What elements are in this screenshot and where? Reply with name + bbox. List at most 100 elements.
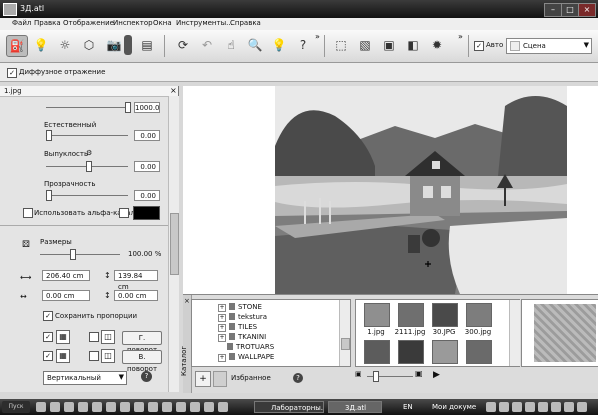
quicklaunch-icon[interactable] [50,402,60,412]
alpha-checkbox[interactable] [23,208,33,218]
tile-h-icon[interactable]: ▦ [56,330,70,344]
texture-thumbnail[interactable] [432,303,458,327]
quicklaunch-icon[interactable] [134,402,144,412]
alpha-color-checkbox[interactable] [119,208,129,218]
expand-icon[interactable]: + [218,314,226,322]
quicklaunch-icon[interactable] [176,402,186,412]
tile-v-icon[interactable]: ▦ [56,349,70,363]
quicklaunch-icon[interactable] [162,402,172,412]
toolbar-overflow-icon[interactable]: » [315,32,320,41]
mirror-v-icon[interactable]: ◫ [101,349,115,363]
question-icon[interactable]: ? [293,35,313,55]
tree-item[interactable]: + TKANINI [218,333,266,342]
tray-icon[interactable] [577,402,587,412]
tree-item[interactable]: + WALLPAPE [218,353,274,362]
paint-bucket-icon[interactable]: ⛽ [6,35,28,57]
tree-item[interactable]: TROTUARS [227,343,274,352]
undo-icon[interactable]: ↶ [197,35,217,55]
texture-thumbnail[interactable] [466,340,492,364]
texture-edit-icon[interactable]: ▧ [355,35,375,55]
menu-view[interactable]: Отображение [63,19,114,27]
slider-thumb[interactable] [125,102,131,113]
task-lab-docs[interactable]: Лабораторны... [254,401,324,413]
scene-render[interactable] [275,86,567,294]
sun-icon[interactable]: ☼ [55,35,75,55]
texture-thumbnail[interactable] [364,303,390,327]
light-bulb-icon[interactable]: 💡 [31,35,51,55]
mirror-h-checkbox[interactable] [89,332,99,342]
slider-thumb[interactable] [70,249,76,260]
orientation-select[interactable]: Вертикальный ▼ [43,371,127,385]
scrollbar-thumb[interactable] [170,213,179,275]
bump-value-field[interactable]: 0.00 [134,161,160,172]
auto-checkbox[interactable]: ✓ [474,41,484,51]
menu-tools[interactable]: Инструменты... [176,19,233,27]
tree-item[interactable]: + STONE [218,303,262,312]
add-icon[interactable]: + [195,371,211,387]
inspector-scrollbar[interactable] [168,96,179,392]
offset-x-field[interactable]: 0.00 cm [42,290,90,301]
quicklaunch-icon[interactable] [92,402,102,412]
alpha-color-swatch[interactable] [133,206,160,220]
bump-slider[interactable] [46,161,128,172]
texture-thumbnail[interactable] [398,303,424,327]
top-value-field[interactable]: 1000.0 [134,102,160,113]
tile-v-checkbox[interactable]: ✓ [43,351,53,361]
tray-icon[interactable] [486,402,496,412]
mirror-v-checkbox[interactable] [89,351,99,361]
natural-value-field[interactable]: 0.00 [134,130,160,141]
frame-icon[interactable]: ▣ [379,35,399,55]
diffuse-checkbox[interactable]: ✓ [7,68,17,78]
crop-icon[interactable]: ⬚ [331,35,351,55]
small-thumbs-icon[interactable]: ▣ [355,370,362,378]
viewport[interactable] [183,86,598,294]
toolbar-overflow-icon[interactable]: » [458,32,463,41]
play-icon[interactable]: ▶ [433,370,440,380]
menu-inspector[interactable]: Инспектор [113,19,153,27]
texture-thumbnails[interactable]: 1.jpg 2111.jpg 30.JPG 300.jpg [355,299,520,367]
tray-icon[interactable] [551,402,561,412]
quicklaunch-icon[interactable] [204,402,214,412]
h-rotate-button[interactable]: Г. поворот [122,331,162,354]
texture-thumbnail[interactable] [398,340,424,364]
tray-icon[interactable] [499,402,509,412]
gear-icon[interactable]: ⚙ [86,149,92,157]
lamp-icon[interactable]: 💡 [269,35,289,55]
thumb-size-slider[interactable] [367,371,413,382]
slider-thumb[interactable] [373,371,379,382]
texture-thumbnail[interactable] [364,340,390,364]
quicklaunch-icon[interactable] [106,402,116,412]
cube-icon[interactable]: ⬡ [79,35,99,55]
page-icon[interactable]: ▤ [137,35,157,55]
transparency-value-field[interactable]: 0.00 [134,190,160,201]
quicklaunch-icon[interactable] [120,402,130,412]
menu-edit[interactable]: Правка [34,19,61,27]
sizes-slider[interactable] [40,249,120,260]
tree-item[interactable]: + TILES [218,323,257,332]
help-icon[interactable]: ? [293,373,303,383]
tree-scrollbar[interactable] [339,300,350,366]
slider-thumb[interactable] [46,130,52,141]
close-button[interactable]: × [578,3,596,17]
quicklaunch-icon[interactable] [148,402,158,412]
scene-select[interactable]: Сцена ▼ [506,38,592,54]
tray-icon[interactable] [525,402,535,412]
quicklaunch-icon[interactable] [218,402,228,412]
tile-h-checkbox[interactable]: ✓ [43,332,53,342]
tray-icon[interactable] [564,402,574,412]
task-3d-atl[interactable]: 3Д.atl [328,401,382,413]
tray-icon[interactable] [512,402,522,412]
keep-proportions-checkbox[interactable]: ✓ [43,311,53,321]
language-indicator[interactable]: EN [403,403,413,411]
thumbnails-scrollbar[interactable] [509,300,520,366]
task-my-documents[interactable]: Мои документы [416,401,476,413]
transparency-slider[interactable] [46,190,128,201]
slider-thumb[interactable] [46,190,52,201]
v-rotate-button[interactable]: В. поворот [122,350,162,373]
camera-icon[interactable]: 📷 [104,35,124,55]
catalog-tree[interactable]: + STONE + tekstura + TILES + TKANINI TROTUAR… [191,299,351,367]
offset-y-field[interactable]: 0.00 cm [114,290,158,301]
texture-thumbnail[interactable] [466,303,492,327]
height-field[interactable]: 139.84 cm [114,270,158,291]
quicklaunch-icon[interactable] [78,402,88,412]
